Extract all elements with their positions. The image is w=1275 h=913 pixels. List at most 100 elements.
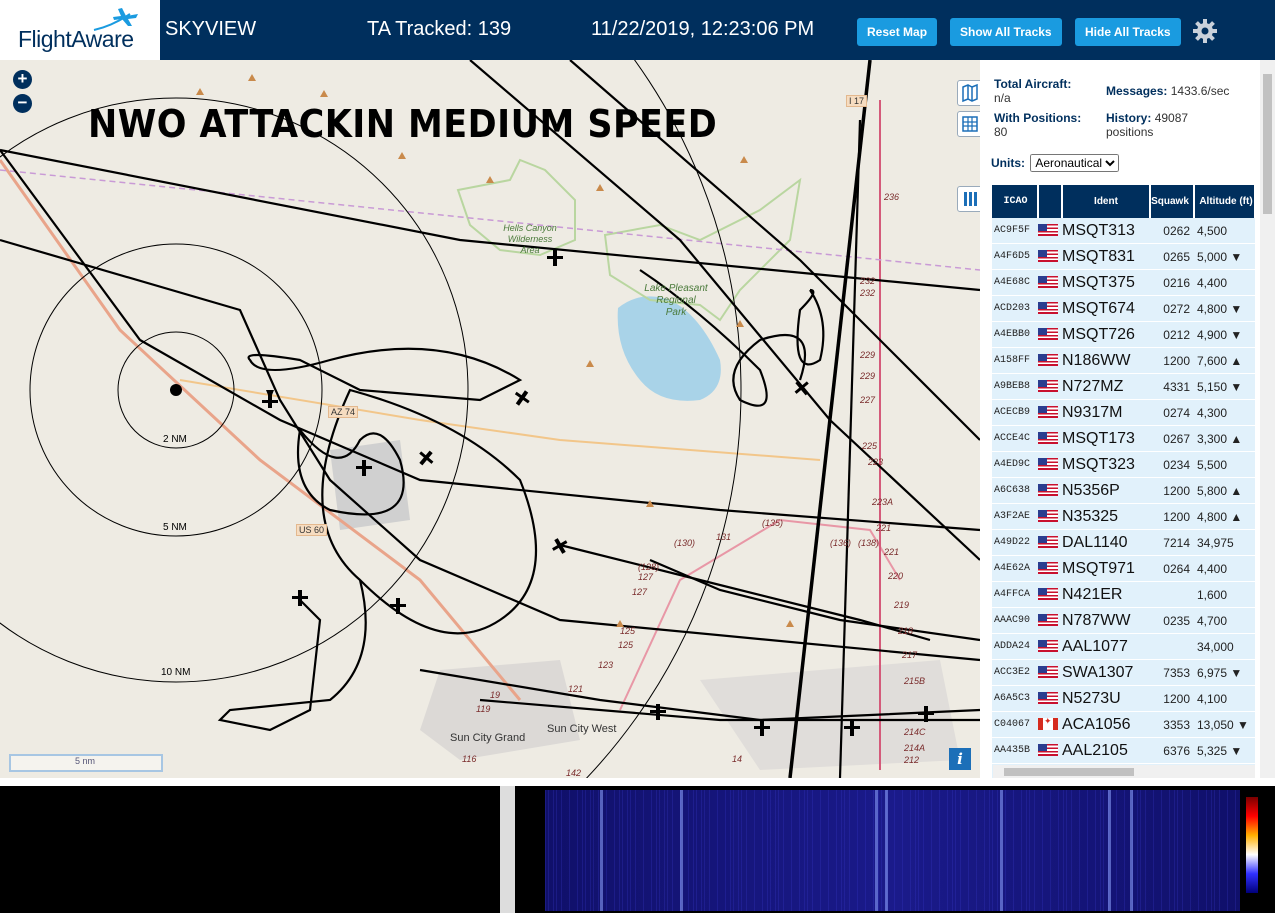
altitude-cell: 1,600: [1194, 581, 1255, 608]
icao-cell: A9BEB8: [992, 373, 1038, 400]
spectrum-line: [693, 790, 694, 911]
altitude-cell: 5,325 ▼: [1194, 737, 1255, 764]
altitude-cell: 34,975: [1194, 529, 1255, 556]
table-row[interactable]: A9BEB8 N727MZ 4331 5,150 ▼: [992, 373, 1255, 400]
zoom-in-button[interactable]: +: [13, 70, 32, 89]
map-canvas[interactable]: [0, 60, 980, 778]
columns-button[interactable]: [957, 186, 980, 212]
squawk-cell: 0212: [1150, 321, 1194, 348]
hide-all-tracks-button[interactable]: Hide All Tracks: [1075, 18, 1181, 46]
spectrum-line: [960, 790, 961, 911]
table-row[interactable]: A4E62A MSQT971 0264 4,400: [992, 555, 1255, 582]
info-button[interactable]: i: [949, 748, 971, 770]
us-flag-icon: [1038, 588, 1058, 601]
spectrum-line: [635, 790, 636, 911]
spectrum-line: [651, 790, 652, 911]
table-row[interactable]: A49D22 DAL1140 7214 34,975: [992, 529, 1255, 556]
icao-cell: AA435B: [992, 737, 1038, 764]
flag-cell: [1038, 581, 1062, 608]
spectrum-line: [783, 790, 784, 911]
table-row[interactable]: A4F6D5 MSQT831 0265 5,000 ▼: [992, 243, 1255, 270]
altitude-cell: 5,500: [1194, 451, 1255, 478]
sidebar-horizontal-scrollbar[interactable]: [993, 765, 1255, 778]
table-row[interactable]: ACCE4C MSQT173 0267 3,300 ▲: [992, 425, 1255, 452]
table-row[interactable]: A4FFCA N421ER 1,600: [992, 581, 1255, 608]
total-aircraft-value: n/a: [994, 91, 1011, 105]
scroll-thumb[interactable]: [1263, 74, 1272, 214]
table-row[interactable]: ADDA24 AAL1077 34,000: [992, 633, 1255, 660]
spectrum-line: [989, 790, 990, 911]
spectrum-line: [1161, 790, 1162, 911]
map-view[interactable]: Hells Canyon Wilderness Area Lake Pleasa…: [0, 60, 980, 778]
exit-label: 221: [884, 547, 900, 557]
exit-label: 125: [618, 640, 634, 650]
us-flag-icon: [1038, 380, 1058, 393]
sidebar-vertical-scrollbar[interactable]: [1260, 60, 1275, 778]
table-row[interactable]: A4ED9C MSQT323 0234 5,500: [992, 451, 1255, 478]
spectrum-line: [1042, 790, 1043, 911]
table-row[interactable]: A4E68C MSQT375 0216 4,400: [992, 269, 1255, 296]
flightaware-logo[interactable]: FlightAware: [0, 0, 160, 60]
table-row[interactable]: ACD203 MSQT674 0272 4,800 ▼: [992, 295, 1255, 322]
gear-icon[interactable]: [1192, 18, 1218, 44]
us-flag-icon: [1038, 406, 1058, 419]
reset-map-button[interactable]: Reset Map: [857, 18, 938, 46]
aircraft-table: ICAO Ident Squawk Altitude (ft) AC9F5F MS…: [992, 185, 1256, 778]
table-row[interactable]: A3F2AE N35325 1200 4,800 ▲: [992, 503, 1255, 530]
spectrum-line: [799, 790, 800, 911]
icao-cell: A4E68C: [992, 269, 1038, 296]
flag-cell: [1038, 711, 1062, 738]
units-select[interactable]: Aeronautical: [1030, 154, 1120, 172]
column-squawk[interactable]: Squawk: [1150, 185, 1195, 218]
table-row[interactable]: ACC3E2 SWA1307 7353 6,975 ▼: [992, 659, 1255, 686]
column-altitude[interactable]: Altitude (ft): [1194, 185, 1256, 218]
bottom-black-panel: [0, 786, 500, 913]
table-row[interactable]: A4EBB0 MSQT726 0212 4,900 ▼: [992, 321, 1255, 348]
road-us60: [0, 159, 522, 701]
table-row[interactable]: A6A5C3 N5273U 1200 4,100: [992, 685, 1255, 712]
spectrum-line: [1005, 790, 1006, 911]
spectrum-line: [688, 790, 689, 911]
table-row[interactable]: AC9F5F MSQT313 0262 4,500: [992, 218, 1255, 244]
grid-button[interactable]: [957, 111, 980, 137]
altitude-cell: 4,400: [1194, 269, 1255, 296]
table-row[interactable]: C04067 ACA1056335313,050 ▼: [992, 711, 1255, 738]
zoom-out-button[interactable]: −: [13, 94, 32, 113]
table-row[interactable]: AAAC90 N787WW 0235 4,700: [992, 607, 1255, 634]
route-az74-shield: AZ 74: [328, 406, 359, 418]
with-positions-stat: With Positions: 80: [994, 111, 1081, 139]
spectrum-peak: [1130, 790, 1133, 911]
table-row[interactable]: ACECB9 N9317M 0274 4,300: [992, 399, 1255, 426]
table-row[interactable]: A158FF N186WW 1200 7,600 ▲: [992, 347, 1255, 374]
ident-cell: ACA1056: [1062, 711, 1150, 738]
altitude-cell: 5,800 ▲: [1194, 477, 1255, 504]
squawk-cell: [1150, 581, 1194, 608]
table-row[interactable]: A6C638 N5356P 1200 5,800 ▲: [992, 477, 1255, 504]
flag-cell: [1038, 607, 1062, 634]
table-row[interactable]: AA435B AAL2105 6376 5,325 ▼: [992, 737, 1255, 764]
spectrum-line: [733, 790, 734, 911]
flag-cell: [1038, 399, 1062, 426]
flag-cell: [1038, 373, 1062, 400]
flag-cell: [1038, 321, 1062, 348]
exit-label: 218: [898, 626, 914, 636]
spectrum-line: [1087, 790, 1088, 911]
spectrum-line: [556, 790, 557, 911]
layers-button[interactable]: [957, 80, 980, 106]
column-ident[interactable]: Ident: [1062, 185, 1151, 218]
show-all-tracks-button[interactable]: Show All Tracks: [950, 18, 1062, 46]
spectrum-line: [1116, 790, 1117, 911]
exit-label: 219: [894, 600, 910, 610]
ident-cell: MSQT971: [1062, 555, 1150, 582]
us-flag-icon: [1038, 302, 1058, 315]
spectrum-line: [1153, 790, 1154, 911]
exit-label: 225: [862, 441, 878, 451]
column-icao[interactable]: ICAO: [992, 185, 1039, 218]
spectrum-line: [976, 790, 977, 911]
column-flag[interactable]: [1038, 185, 1063, 218]
spectrum-peak: [1108, 790, 1111, 911]
squawk-cell: 0274: [1150, 399, 1194, 426]
scroll-thumb[interactable]: [1004, 768, 1134, 776]
spectrum-line: [849, 790, 850, 911]
spectrum-line: [1103, 790, 1104, 911]
